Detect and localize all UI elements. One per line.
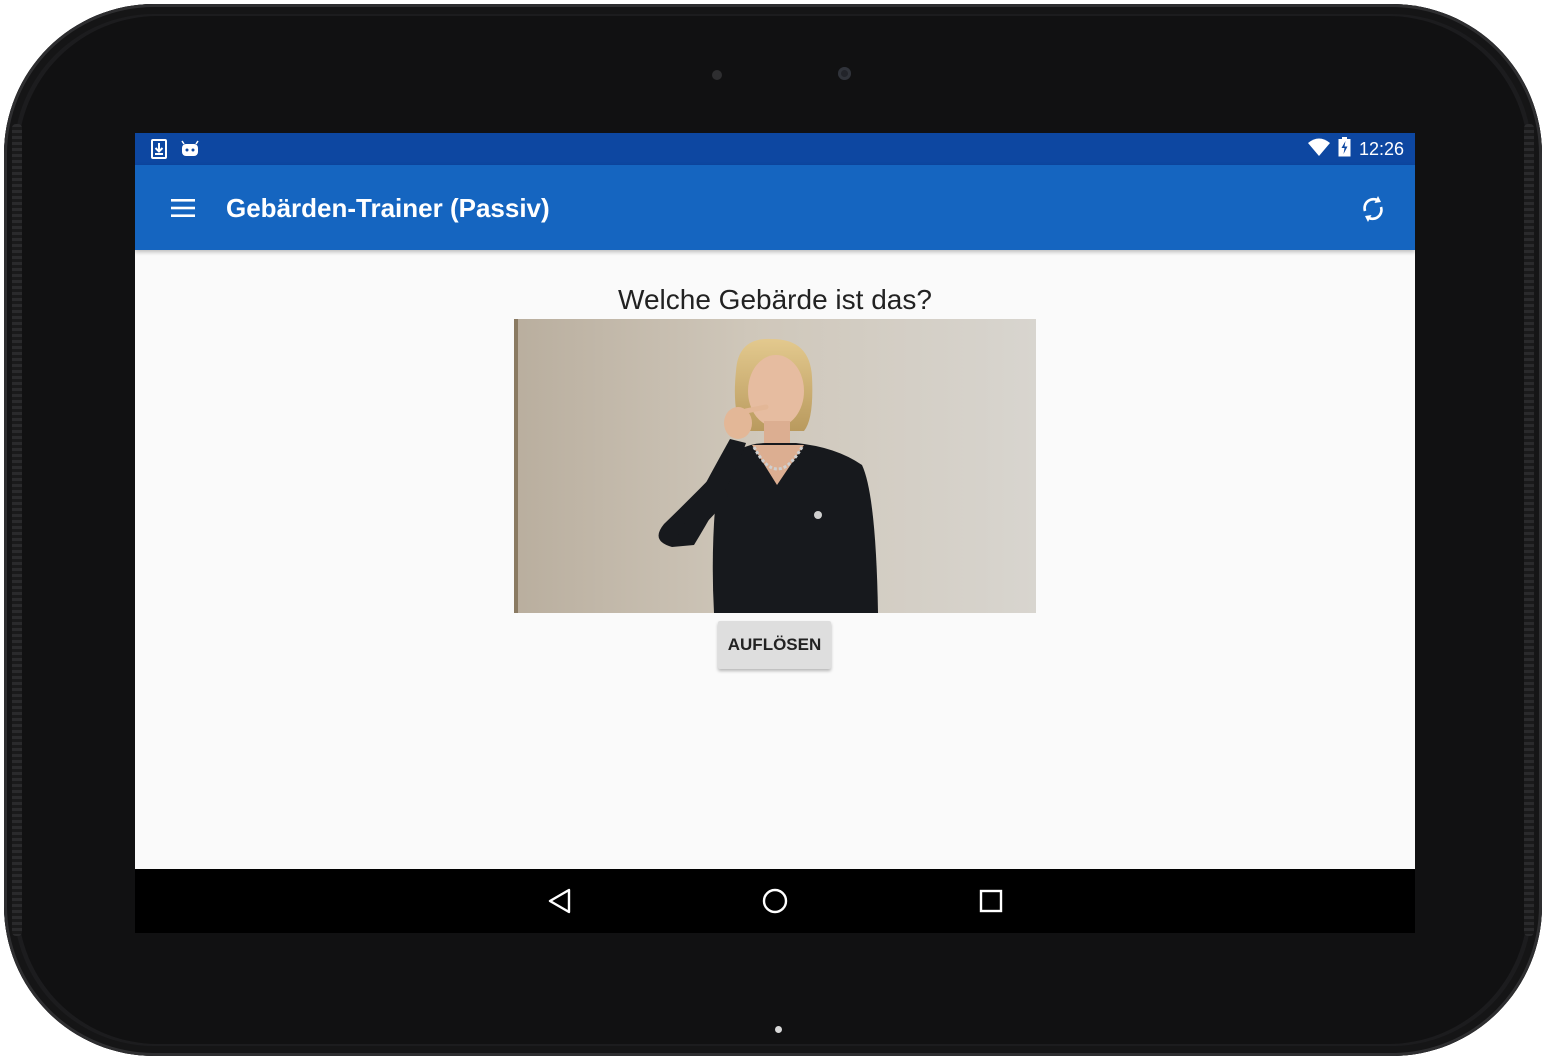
right-speaker-grille: [1524, 124, 1534, 936]
menu-icon: [163, 199, 203, 233]
app-title: Gebärden-Trainer (Passiv): [226, 193, 550, 223]
status-bar: 12:26: [135, 133, 1415, 165]
home-button[interactable]: [755, 881, 795, 921]
home-icon: [755, 888, 795, 925]
download-icon: [151, 139, 167, 164]
refresh-icon: [1353, 196, 1393, 233]
sign-language-video-frame: [514, 319, 1036, 613]
battery-charging-icon: [1338, 137, 1351, 162]
recents-button[interactable]: [971, 881, 1011, 921]
left-speaker-grille: [12, 124, 22, 936]
navigation-bar: [135, 869, 1415, 933]
back-button[interactable]: [540, 881, 580, 921]
android-debug-icon: [181, 139, 199, 164]
wifi-icon: [1307, 138, 1330, 161]
recents-icon: [971, 889, 1011, 925]
status-clock: 12:26: [1358, 139, 1404, 159]
sign-video[interactable]: [514, 319, 1036, 613]
notification-led: [775, 1026, 782, 1033]
screen: 12:26 Gebärden-Trainer (Passiv) Welche G…: [135, 133, 1415, 933]
back-icon: [540, 888, 580, 925]
content-area: Welche Gebärde ist das? AUFLÖSEN: [135, 250, 1415, 869]
reveal-button[interactable]: AUFLÖSEN: [718, 621, 831, 669]
menu-button[interactable]: [163, 189, 203, 229]
app-bar: Gebärden-Trainer (Passiv): [135, 165, 1415, 250]
light-sensor: [712, 70, 722, 80]
refresh-button[interactable]: [1353, 189, 1393, 229]
question-text: Welche Gebärde ist das?: [618, 284, 932, 315]
front-camera: [838, 67, 851, 80]
